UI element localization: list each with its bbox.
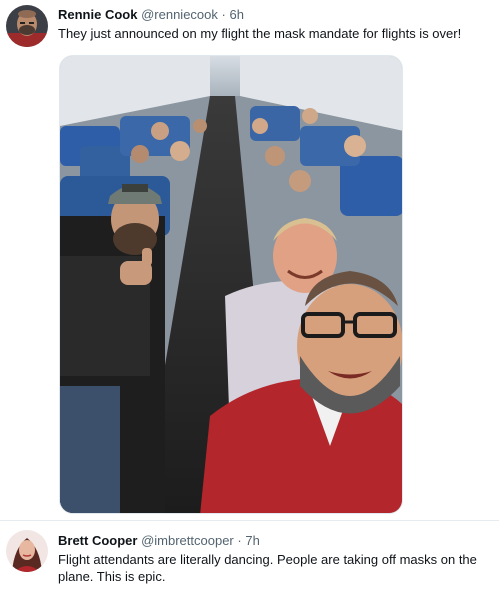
separator: · (237, 533, 242, 548)
tweet-header: Rennie Cook @renniecook · 6h (58, 7, 244, 23)
avatar-photo-icon[interactable] (6, 5, 48, 47)
tweet-header: Brett Cooper @imbrettcooper · 7h (58, 533, 260, 549)
timestamp[interactable]: 6h (229, 7, 243, 22)
tweet-text: They just announced on my flight the mas… (58, 26, 462, 41)
handle[interactable]: @imbrettcooper (141, 533, 234, 548)
tweet-text: Flight attendants are literally dancing.… (58, 552, 477, 584)
display-name[interactable]: Rennie Cook (58, 7, 137, 22)
display-name[interactable]: Brett Cooper (58, 533, 137, 548)
airplane-cabin-selfie-photo[interactable] (59, 55, 403, 514)
timestamp[interactable]: 7h (245, 533, 259, 548)
tweet[interactable]: Rennie Cook @renniecook · 6h They just a… (0, 0, 499, 520)
handle[interactable]: @renniecook (141, 7, 218, 22)
avatar-photo-icon[interactable] (6, 530, 48, 572)
tweet[interactable]: Brett Cooper @imbrettcooper · 7h Flight … (0, 521, 499, 597)
separator: · (221, 7, 226, 22)
